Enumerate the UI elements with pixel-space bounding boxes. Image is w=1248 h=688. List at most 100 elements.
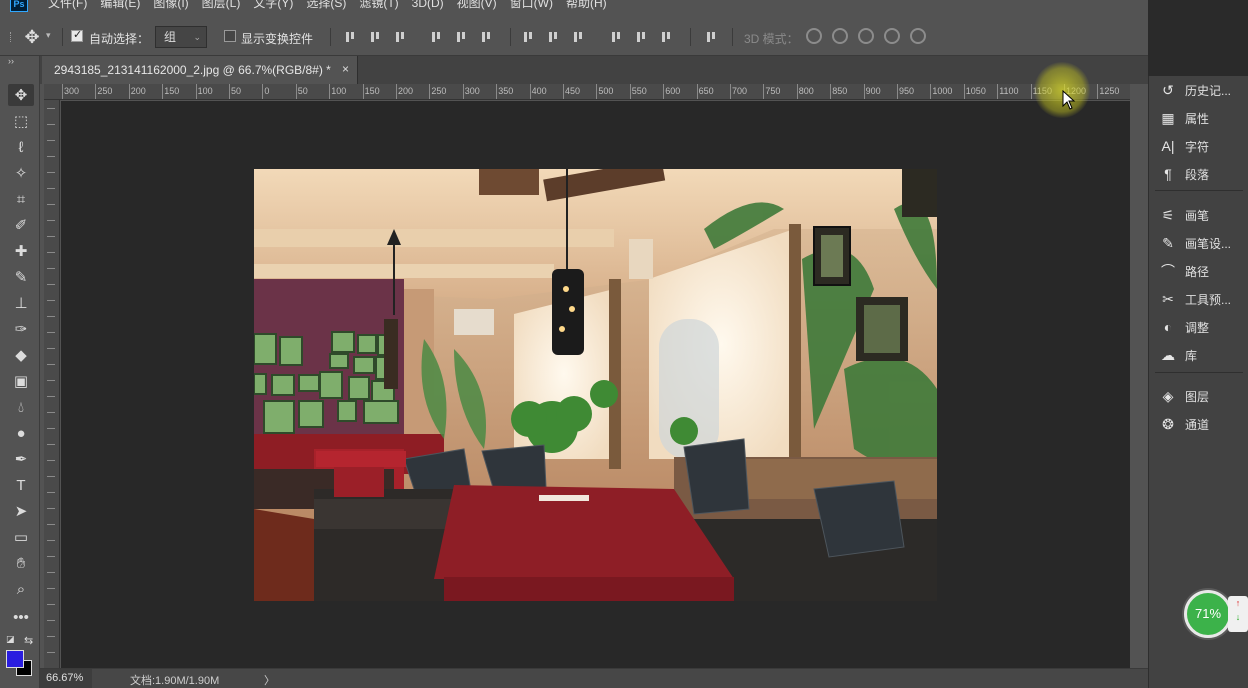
- clone-stamp-tool-icon[interactable]: ⊥: [8, 292, 34, 314]
- panel-layers[interactable]: ◈ 图层: [1159, 386, 1209, 406]
- 3d-scale-icon[interactable]: [910, 28, 926, 44]
- brush-tool-icon[interactable]: ✎: [8, 266, 34, 288]
- panel-history[interactable]: ↺ 历史记...: [1159, 80, 1231, 100]
- panel-channels[interactable]: ❂ 通道: [1159, 414, 1209, 434]
- menu-select[interactable]: 选择(S): [306, 0, 346, 10]
- menu-image[interactable]: 图像(I): [153, 0, 188, 10]
- auto-select-checkbox[interactable]: [71, 28, 83, 42]
- menu-3d[interactable]: 3D(D): [412, 0, 444, 10]
- distribute-right-icon[interactable]: [660, 30, 674, 44]
- panel-tool-presets[interactable]: ✂ 工具预...: [1159, 289, 1231, 309]
- path-selection-tool-icon[interactable]: ➤: [8, 500, 34, 522]
- panel-character[interactable]: A| 字符: [1159, 136, 1210, 156]
- upload-arrow-icon: ↑: [1235, 598, 1241, 608]
- divider: [62, 28, 63, 46]
- align-vcenter-icon[interactable]: [369, 30, 383, 44]
- menu-edit[interactable]: 编辑(E): [100, 0, 140, 10]
- document-tab[interactable]: 2943185_213141162000_2.jpg @ 66.7%(RGB/8…: [42, 56, 358, 84]
- eraser-tool-icon[interactable]: ◆: [8, 344, 34, 366]
- options-grip[interactable]: [10, 32, 12, 42]
- layers-icon: ◈: [1162, 387, 1174, 404]
- panel-brush[interactable]: ⚟ 画笔: [1159, 205, 1209, 225]
- rectangle-tool-icon[interactable]: ▭: [8, 526, 34, 548]
- swap-colors-icon[interactable]: ⇆: [24, 634, 33, 647]
- align-right-icon[interactable]: [480, 30, 494, 44]
- photoshop-logo: Ps: [10, 0, 28, 12]
- distribute-bottom-icon[interactable]: [572, 30, 586, 44]
- close-icon[interactable]: ×: [342, 62, 349, 76]
- panel-adjustments[interactable]: ◐ 调整: [1159, 317, 1209, 337]
- performance-badge[interactable]: 71%: [1184, 590, 1232, 638]
- more-tools-icon[interactable]: •••: [8, 606, 34, 628]
- ruler-tick: [47, 636, 55, 637]
- auto-select-dropdown[interactable]: 组 ⌄: [155, 26, 207, 48]
- eyedropper-tool-icon[interactable]: ✐: [8, 214, 34, 236]
- align-bottom-icon[interactable]: [394, 30, 408, 44]
- 3d-orbit-icon[interactable]: [806, 28, 822, 44]
- ruler-tick: [47, 300, 55, 301]
- marquee-tool-icon[interactable]: ⬚: [8, 110, 34, 132]
- default-colors-icon[interactable]: ◪: [6, 634, 15, 645]
- align-top-icon[interactable]: [344, 30, 358, 44]
- panel-properties[interactable]: ▦ 属性: [1159, 108, 1209, 128]
- align-left-icon[interactable]: [430, 30, 444, 44]
- document-size-info[interactable]: 文档:1.90M/1.90M: [130, 672, 219, 688]
- distribute-top-icon[interactable]: [522, 30, 536, 44]
- menu-type[interactable]: 文字(Y): [253, 0, 293, 10]
- align-hcenter-icon[interactable]: [455, 30, 469, 44]
- divider: [510, 28, 511, 46]
- ruler-tick-label: 200: [128, 84, 146, 99]
- zoom-level-field[interactable]: 66.67%: [40, 669, 92, 688]
- panel-paragraph[interactable]: ¶ 段落: [1159, 164, 1209, 184]
- 3d-slide-icon[interactable]: [884, 28, 900, 44]
- horizontal-ruler[interactable]: 300 250 200 150 100 50 0 50 100 150 200 250 300 350 40…: [44, 84, 1130, 100]
- dodge-tool-icon[interactable]: ●: [8, 422, 34, 444]
- cafe-photo: [254, 169, 937, 601]
- gradient-tool-icon[interactable]: ▣: [8, 370, 34, 392]
- ruler-tick-label: 850: [830, 84, 848, 99]
- menu-view[interactable]: 视图(V): [457, 0, 497, 10]
- 3d-pan-icon[interactable]: [858, 28, 874, 44]
- document-image[interactable]: [254, 169, 937, 601]
- menu-filter[interactable]: 滤镜(T): [359, 0, 398, 10]
- distribute-hcenter-icon[interactable]: [635, 30, 649, 44]
- history-brush-tool-icon[interactable]: ✑: [8, 318, 34, 340]
- panel-paths[interactable]: ⌒ 路径: [1159, 261, 1209, 281]
- distribute-left-icon[interactable]: [610, 30, 624, 44]
- blur-tool-icon[interactable]: 💧︎: [8, 396, 34, 418]
- menu-help[interactable]: 帮助(H): [566, 0, 607, 10]
- tools-collapse-icon[interactable]: ››: [8, 56, 14, 66]
- crop-tool-icon[interactable]: ⌗: [8, 188, 34, 210]
- chevron-down-icon[interactable]: ▾: [46, 30, 51, 41]
- menu-window[interactable]: 窗口(W): [510, 0, 553, 10]
- vertical-ruler[interactable]: [44, 100, 60, 668]
- panel-label: 库: [1185, 348, 1198, 363]
- show-transform-checkbox[interactable]: [224, 30, 236, 42]
- pen-tool-icon[interactable]: ✒: [8, 448, 34, 470]
- quick-select-tool-icon[interactable]: ✧: [8, 162, 34, 184]
- healing-brush-tool-icon[interactable]: ✚: [8, 240, 34, 262]
- ruler-tick-label: 550: [629, 84, 647, 99]
- status-menu-arrow-icon[interactable]: 〉: [264, 672, 275, 688]
- menu-file[interactable]: 文件(F): [48, 0, 87, 10]
- lasso-tool-icon[interactable]: ℓ: [8, 136, 34, 158]
- auto-align-layers-icon[interactable]: [705, 30, 719, 44]
- distribute-vcenter-icon[interactable]: [547, 30, 561, 44]
- mouse-pointer-icon: [1062, 90, 1076, 110]
- ruler-tick: [47, 492, 55, 493]
- vertical-scrollbar[interactable]: [1130, 100, 1148, 668]
- ruler-tick: [47, 444, 55, 445]
- move-tool-preset-icon[interactable]: ✥: [22, 27, 42, 47]
- move-tool-icon[interactable]: ✥: [8, 84, 34, 106]
- 3d-roll-icon[interactable]: [832, 28, 848, 44]
- foreground-color-swatch[interactable]: [6, 650, 24, 668]
- ruler-tick: [47, 156, 55, 157]
- panel-label: 字符: [1185, 139, 1210, 154]
- panel-libraries[interactable]: ☁ 库: [1159, 345, 1197, 365]
- menu-layer[interactable]: 图层(L): [202, 0, 241, 10]
- panel-label: 路径: [1185, 264, 1210, 279]
- panel-brush-settings[interactable]: ✎ 画笔设...: [1159, 233, 1231, 253]
- zoom-tool-icon[interactable]: ⌕: [8, 578, 34, 600]
- hand-tool-icon[interactable]: ✋︎: [8, 552, 34, 574]
- type-tool-icon[interactable]: T: [8, 474, 34, 496]
